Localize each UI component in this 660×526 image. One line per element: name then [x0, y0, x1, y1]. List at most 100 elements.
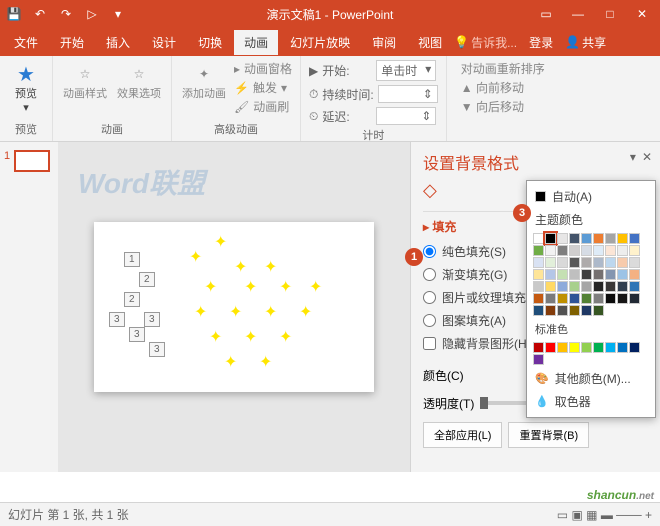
std-swatch[interactable]	[557, 342, 568, 353]
reset-bg-button[interactable]: 重置背景(B)	[508, 422, 589, 448]
slide-canvas[interactable]: 12 23 33 3 ✦✦ ✦✦ ✦✦ ✦✦ ✦✦ ✦✦ ✦✦ ✦✦ ✦	[94, 222, 374, 392]
theme-swatch[interactable]	[593, 245, 604, 256]
std-swatch[interactable]	[545, 342, 556, 353]
undo-icon[interactable]: ↶	[30, 4, 50, 24]
theme-swatch[interactable]	[629, 257, 640, 268]
theme-swatch[interactable]	[605, 233, 616, 244]
delay-input[interactable]: ⇕	[376, 107, 436, 125]
theme-swatch[interactable]	[569, 233, 580, 244]
theme-swatch[interactable]	[569, 281, 580, 292]
theme-swatch[interactable]	[605, 281, 616, 292]
theme-swatch[interactable]	[593, 257, 604, 268]
theme-swatch[interactable]	[545, 305, 556, 316]
signin-link[interactable]: 登录	[519, 30, 563, 55]
tab-design[interactable]: 设计	[142, 30, 186, 55]
theme-swatch[interactable]	[533, 293, 544, 304]
theme-swatch[interactable]	[581, 305, 592, 316]
theme-swatch[interactable]	[605, 293, 616, 304]
tab-transition[interactable]: 切换	[188, 30, 232, 55]
start-select[interactable]: 单击时▾	[376, 60, 436, 81]
theme-swatch[interactable]	[533, 269, 544, 280]
eyedropper[interactable]: 💧 取色器	[531, 390, 651, 413]
theme-swatch[interactable]	[557, 257, 568, 268]
close-icon[interactable]: ✕	[628, 3, 656, 25]
tab-home[interactable]: 开始	[50, 30, 94, 55]
theme-swatch[interactable]	[557, 233, 568, 244]
theme-swatch[interactable]	[545, 245, 556, 256]
theme-swatch[interactable]	[557, 281, 568, 292]
anim-pane-button[interactable]: ▸动画窗格	[234, 60, 292, 77]
theme-swatch[interactable]	[581, 233, 592, 244]
std-swatch[interactable]	[533, 342, 544, 353]
apply-all-button[interactable]: 全部应用(L)	[423, 422, 502, 448]
theme-swatch[interactable]	[593, 293, 604, 304]
theme-swatch[interactable]	[593, 305, 604, 316]
std-swatch[interactable]	[593, 342, 604, 353]
tab-insert[interactable]: 插入	[96, 30, 140, 55]
theme-swatch[interactable]	[629, 233, 640, 244]
ribbon-options-icon[interactable]: ▭	[532, 3, 560, 25]
std-swatch[interactable]	[581, 342, 592, 353]
std-swatch[interactable]	[569, 342, 580, 353]
theme-swatch[interactable]	[545, 233, 556, 244]
theme-swatch[interactable]	[533, 281, 544, 292]
std-swatch[interactable]	[629, 342, 640, 353]
theme-swatch[interactable]	[605, 245, 616, 256]
theme-swatch[interactable]	[569, 257, 580, 268]
slide-thumb[interactable]: 1	[4, 150, 54, 172]
theme-swatch[interactable]	[629, 245, 640, 256]
qat-more-icon[interactable]: ▾	[108, 4, 128, 24]
theme-swatch[interactable]	[629, 293, 640, 304]
theme-swatch[interactable]	[533, 233, 544, 244]
theme-swatch[interactable]	[593, 281, 604, 292]
theme-swatch[interactable]	[557, 269, 568, 280]
maximize-icon[interactable]: □	[596, 3, 624, 25]
preview-button[interactable]: ★ 预览▾	[8, 60, 44, 116]
theme-swatch[interactable]	[569, 305, 580, 316]
save-icon[interactable]: 💾	[4, 4, 24, 24]
theme-swatch[interactable]	[533, 257, 544, 268]
theme-swatch[interactable]	[581, 257, 592, 268]
theme-swatch[interactable]	[617, 269, 628, 280]
tab-view[interactable]: 视图	[408, 30, 452, 55]
theme-swatch[interactable]	[557, 293, 568, 304]
redo-icon[interactable]: ↷	[56, 4, 76, 24]
std-swatch[interactable]	[617, 342, 628, 353]
more-colors[interactable]: 🎨 其他颜色(M)...	[531, 367, 651, 390]
tab-slideshow[interactable]: 幻灯片放映	[280, 30, 360, 55]
pane-close-icon[interactable]: ✕	[642, 150, 652, 164]
theme-swatch[interactable]	[581, 281, 592, 292]
duration-input[interactable]: ⇕	[378, 85, 438, 103]
tab-review[interactable]: 审阅	[362, 30, 406, 55]
theme-swatch[interactable]	[617, 293, 628, 304]
auto-color[interactable]: 自动(A)	[531, 185, 651, 208]
std-swatch[interactable]	[533, 354, 544, 365]
theme-swatch[interactable]	[593, 269, 604, 280]
theme-swatch[interactable]	[557, 245, 568, 256]
theme-swatch[interactable]	[629, 281, 640, 292]
theme-swatch[interactable]	[545, 293, 556, 304]
theme-swatch[interactable]	[569, 269, 580, 280]
theme-swatch[interactable]	[545, 281, 556, 292]
theme-swatch[interactable]	[569, 245, 580, 256]
tell-me[interactable]: 💡告诉我...	[454, 34, 517, 51]
theme-swatch[interactable]	[605, 269, 616, 280]
theme-swatch[interactable]	[593, 233, 604, 244]
theme-swatch[interactable]	[617, 281, 628, 292]
theme-swatch[interactable]	[617, 233, 628, 244]
theme-swatch[interactable]	[533, 305, 544, 316]
std-swatch[interactable]	[605, 342, 616, 353]
theme-swatch[interactable]	[545, 269, 556, 280]
theme-swatch[interactable]	[581, 269, 592, 280]
theme-swatch[interactable]	[629, 269, 640, 280]
view-controls[interactable]: ▭ ▣ ▦ ▬ ─── +	[557, 508, 652, 522]
theme-swatch[interactable]	[617, 245, 628, 256]
start-slideshow-icon[interactable]: ▷	[82, 4, 102, 24]
tab-animation[interactable]: 动画	[234, 30, 278, 55]
pane-dropdown-icon[interactable]: ▾	[630, 150, 636, 164]
theme-swatch[interactable]	[617, 257, 628, 268]
theme-swatch[interactable]	[569, 293, 580, 304]
theme-swatch[interactable]	[581, 245, 592, 256]
theme-swatch[interactable]	[605, 257, 616, 268]
theme-swatch[interactable]	[557, 305, 568, 316]
